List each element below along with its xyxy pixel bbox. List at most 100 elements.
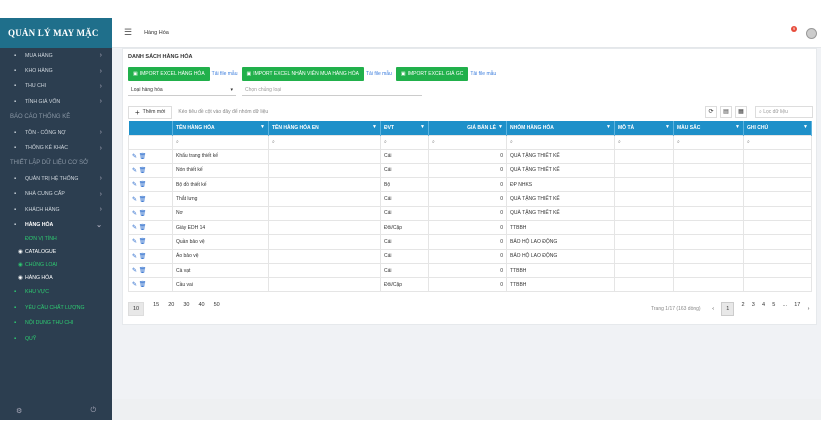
sidebar-subitem[interactable]: ◉ CHỦNG LOẠI (0, 259, 112, 272)
delete-icon[interactable]: 🗑 (139, 197, 147, 203)
table-row[interactable]: ✎ 🗑 Áo bảo vệ Cái 0 BẢO HỘ LAO ĐỘNG (128, 248, 812, 264)
page-number[interactable]: 4 (762, 302, 765, 316)
table-row[interactable]: ✎ 🗑 Khẩu trang thiết kế Cái 0 QUÀ TẶNG THIẾT… (128, 148, 812, 164)
delete-icon[interactable]: 🗑 (139, 154, 147, 160)
filter-icon[interactable]: ▼ (372, 124, 377, 130)
page-number[interactable]: 17 (794, 302, 800, 316)
delete-icon[interactable]: 🗑 (139, 268, 147, 274)
sidebar-item-scale[interactable]: ▪ TỒN - CÔNG NỢ › (0, 125, 112, 140)
page-size-option[interactable]: 20 (168, 302, 174, 316)
import-excel-button[interactable]: ▣ IMPORT EXCEL HÀNG HÓA (128, 67, 210, 81)
edit-icon[interactable]: ✎ (132, 182, 139, 188)
notification-badge[interactable]: 9 (791, 26, 797, 32)
edit-icon[interactable]: ✎ (132, 254, 139, 260)
column-header[interactable]: GIÁ BÁN LẺ ▼ (428, 121, 507, 135)
category-select[interactable]: Loại hàng hóa ▾ (128, 84, 236, 96)
delete-icon[interactable]: 🗑 (139, 168, 147, 174)
column-filter-input[interactable]: ⌕ (673, 134, 744, 150)
column-filter-input[interactable]: ⌕ (506, 134, 615, 150)
sidebar-item-cart[interactable]: ▪ MUA HÀNG › (0, 48, 112, 63)
column-header[interactable]: ĐVT ▼ (380, 121, 429, 135)
table-row[interactable]: ✎ 🗑 Nơ Cái 0 QUÀ TẶNG THIẾT KẾ (128, 205, 812, 221)
page-size-option[interactable]: 50 (214, 302, 220, 316)
column-filter-input[interactable]: ⌕ (743, 134, 812, 150)
sidebar-subitem[interactable]: ◉ HÀNG HÓA (0, 272, 112, 285)
download-template-link[interactable]: Tải file mẫu (366, 71, 392, 77)
page-number[interactable]: 2 (741, 302, 744, 316)
delete-icon[interactable]: 🗑 (139, 282, 147, 288)
edit-icon[interactable]: ✎ (132, 168, 139, 174)
page-number[interactable]: 5 (772, 302, 775, 316)
sidebar-item-area[interactable]: ▪ KHU VỰC (0, 285, 112, 300)
import-excel-button[interactable]: ▣ IMPORT EXCEL GIÁ GC (395, 67, 469, 81)
edit-icon[interactable]: ✎ (132, 282, 139, 288)
settings-icon[interactable]: ⚙ (16, 407, 22, 415)
prev-page-icon[interactable]: ‹ (712, 306, 714, 312)
page-size-option[interactable]: 40 (199, 302, 205, 316)
page-number[interactable]: 1 (721, 302, 735, 316)
edit-icon[interactable]: ✎ (132, 154, 139, 160)
column-filter-input[interactable]: ⌕ (428, 134, 507, 150)
edit-icon[interactable]: ✎ (132, 211, 139, 217)
sidebar-item-quality[interactable]: ▪ YÊU CẦU CHẤT LƯỢNG (0, 300, 112, 315)
column-header[interactable]: NHÓM HÀNG HÓA ▼ (506, 121, 615, 135)
delete-icon[interactable]: 🗑 (139, 211, 147, 217)
sidebar-item-calculator[interactable]: ▪ TÍNH GIÁ VỐN › (0, 94, 112, 109)
page-number[interactable]: 3 (752, 302, 755, 316)
table-row[interactable]: ✎ 🗑 Cà vạt Cái 0 TTBBH (128, 262, 812, 279)
table-row[interactable]: ✎ 🗑 Quần bảo vệ Cái 0 BẢO HỘ LAO ĐỘNG (128, 234, 812, 250)
import-excel-button[interactable]: ▣ IMPORT EXCEL NHÂN VIÊN MUA HÀNG HÓA (241, 67, 364, 81)
next-page-icon[interactable]: › (808, 306, 810, 312)
table-row[interactable]: ✎ 🗑 Cầu vai Đôi/Cặp 0 TTBBH (128, 277, 812, 293)
download-template-link[interactable]: Tải file mẫu (470, 71, 496, 77)
download-template-link[interactable]: Tải file mẫu (212, 71, 238, 77)
edit-icon[interactable]: ✎ (132, 239, 139, 245)
sidebar-item-supplier[interactable]: ▪ NHÀ CUNG CẤP › (0, 187, 112, 202)
page-size-option[interactable]: 10 (128, 302, 145, 316)
column-header[interactable]: MÀU SẮC ▼ (673, 121, 744, 135)
page-size-option[interactable]: 15 (153, 302, 159, 316)
app-logo[interactable]: QUẢN LÝ MAY MẶC (0, 18, 112, 48)
column-header[interactable]: MÔ TẢ ▼ (614, 121, 674, 135)
delete-icon[interactable]: 🗑 (139, 254, 147, 260)
column-header[interactable]: TÊN HÀNG HÓA ▼ (172, 121, 269, 135)
table-row[interactable]: ✎ 🗑 Nón thiết kế Cái 0 QUÀ TẶNG THIẾT KẾ (128, 162, 812, 179)
delete-icon[interactable]: 🗑 (139, 182, 147, 188)
table-row[interactable]: ✎ 🗑 Bộ đồ thiết kế Bộ 0 ĐP NHKS (128, 177, 812, 193)
add-button[interactable]: + Thêm mới (128, 105, 173, 119)
menu-icon[interactable]: ☰ (124, 27, 132, 38)
sidebar-item-goods[interactable]: ▪ HÀNG HÓA ⌄ (0, 217, 112, 232)
sidebar-item-money[interactable]: ▪ THU CHI › (0, 79, 112, 94)
sidebar-subitem[interactable]: ◉ CATALOGUE (0, 246, 112, 259)
sidebar-item-users[interactable]: ▪ KHÁCH HÀNG › (0, 202, 112, 217)
page-number[interactable]: ... (782, 302, 787, 316)
column-filter-input[interactable]: ⌕ (172, 134, 269, 150)
edit-icon[interactable]: ✎ (132, 225, 139, 231)
power-icon[interactable]: ⏻ (90, 407, 96, 415)
column-header[interactable]: TÊN HÀNG HÓA EN ▼ (268, 121, 381, 135)
sidebar-subitem[interactable]: ĐƠN VỊ TÍNH (0, 233, 112, 246)
filter-icon[interactable]: ▼ (606, 124, 611, 130)
type-select[interactable]: Chọn chủng loại (242, 84, 422, 96)
avatar[interactable] (806, 28, 817, 39)
delete-icon[interactable]: 🗑 (139, 239, 147, 245)
filter-icon[interactable]: ▼ (665, 124, 670, 130)
sidebar-item-content[interactable]: ▪ NỘI DUNG THU CHI (0, 315, 112, 330)
column-header[interactable]: GHI CHÚ ▼ (743, 121, 812, 135)
sidebar-item-system[interactable]: ▪ QUẢN TRỊ HỆ THỐNG › (0, 171, 112, 186)
grid-search-input[interactable]: ⌕ Lọc dữ liệu (755, 106, 813, 118)
edit-icon[interactable]: ✎ (132, 197, 139, 203)
filter-icon[interactable]: ▼ (260, 124, 265, 130)
filter-icon[interactable]: ▼ (420, 124, 425, 130)
page-size-option[interactable]: 30 (183, 302, 189, 316)
table-row[interactable]: ✎ 🗑 Giày EDH 14 Đôi/Cặp 0 TTBBH (128, 219, 812, 236)
delete-icon[interactable]: 🗑 (139, 225, 147, 231)
column-chooser-icon[interactable]: ▦ (735, 106, 747, 118)
column-filter-input[interactable]: ⌕ (614, 134, 674, 150)
table-row[interactable]: ✎ 🗑 Thắt lưng Cái 0 QUÀ TẶNG THIẾT KẾ (128, 191, 812, 207)
column-filter-input[interactable]: ⌕ (268, 134, 381, 150)
filter-icon[interactable]: ▼ (735, 124, 740, 130)
export-icon[interactable]: ▤ (720, 106, 732, 118)
edit-icon[interactable]: ✎ (132, 268, 139, 274)
sidebar-item-fund[interactable]: ▪ QUỸ (0, 331, 112, 346)
